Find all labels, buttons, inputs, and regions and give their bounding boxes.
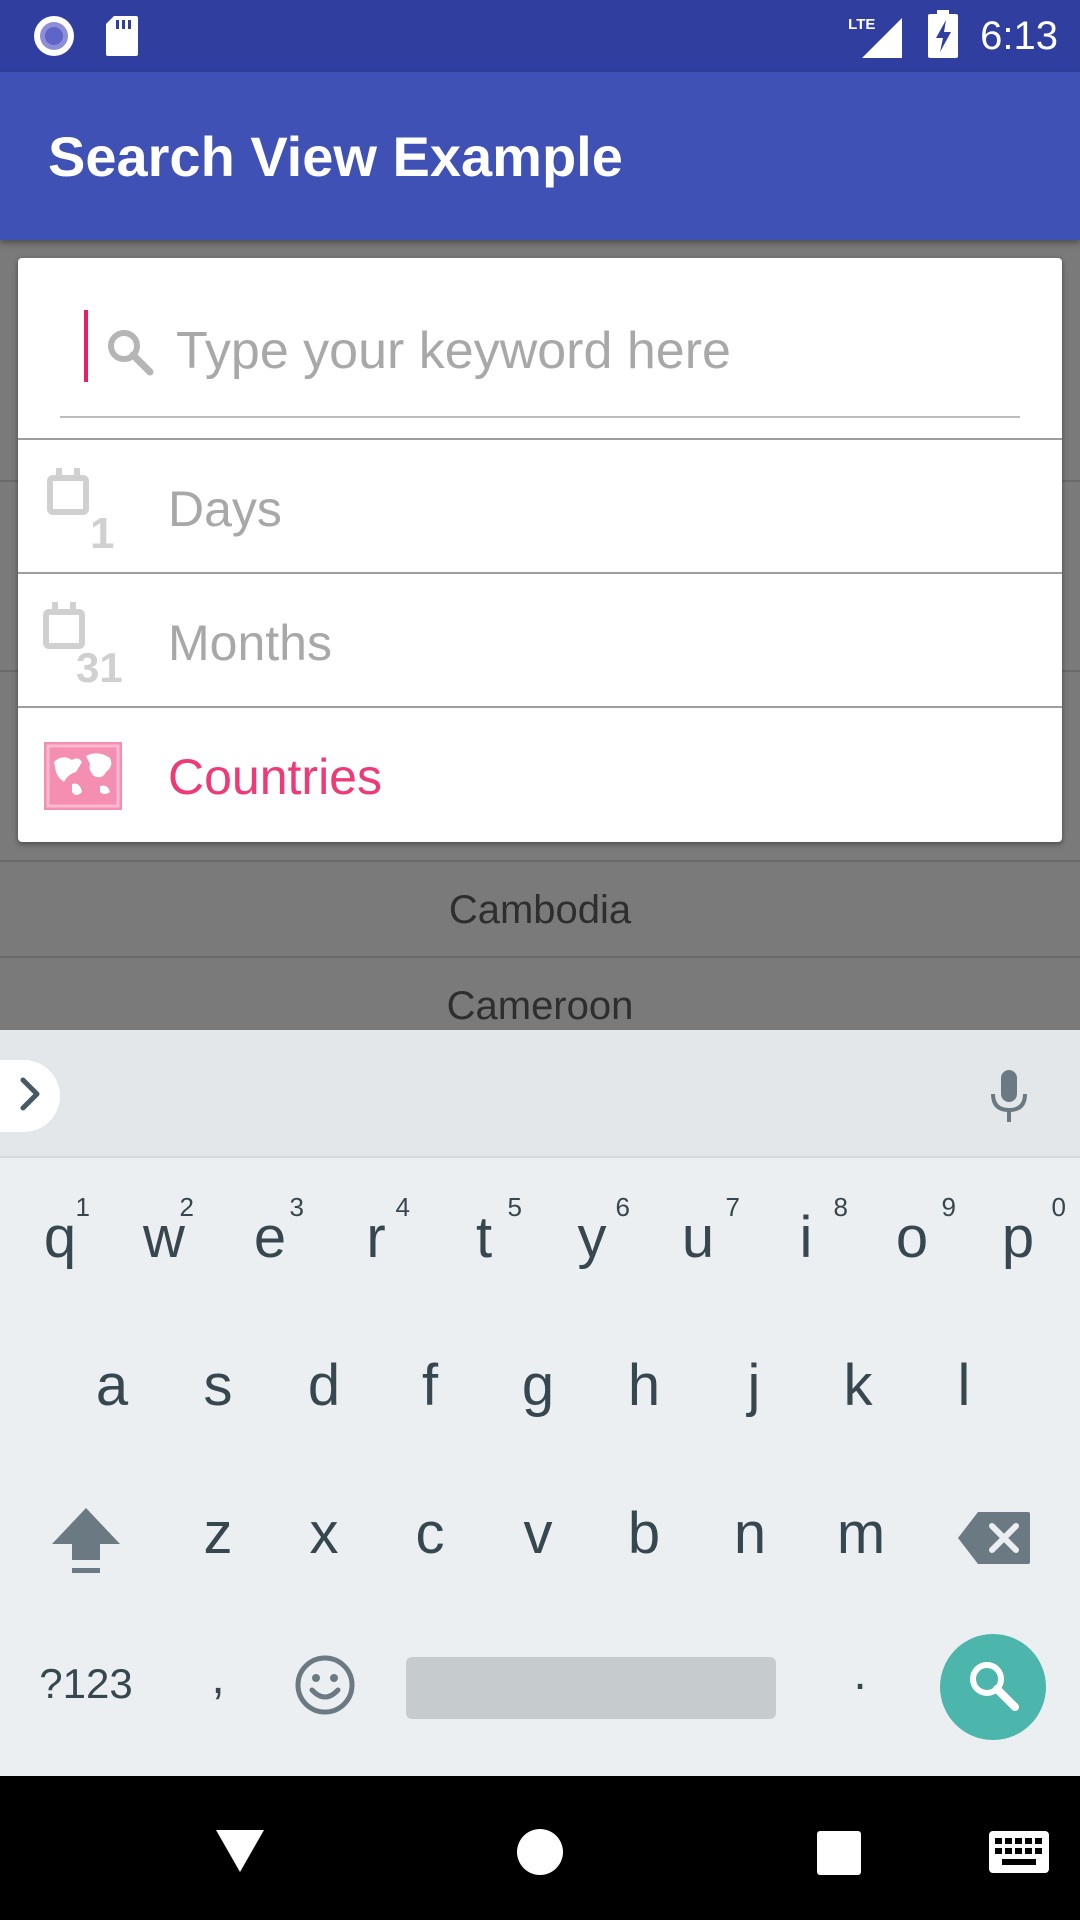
backspace-key[interactable] xyxy=(952,1510,1036,1580)
key-hint: 2 xyxy=(179,1192,194,1222)
key-hint: 9 xyxy=(941,1192,956,1222)
calendar-day-icon: 1 xyxy=(42,464,124,558)
list-item[interactable]: Cameroon xyxy=(0,984,1080,1029)
shift-key[interactable] xyxy=(44,1502,128,1592)
suggestion-label: Days xyxy=(168,481,282,537)
key-z[interactable]: z xyxy=(176,1500,260,1567)
key-label: q xyxy=(43,1205,77,1270)
battery-charging-icon xyxy=(928,10,959,63)
key-label: e xyxy=(253,1205,287,1270)
key-p[interactable]: p0 xyxy=(976,1192,1066,1271)
key-hint: 8 xyxy=(833,1192,848,1222)
key-a[interactable]: a xyxy=(70,1352,154,1419)
key-t[interactable]: t5 xyxy=(442,1192,526,1271)
key-j[interactable]: j xyxy=(712,1352,796,1419)
clock: 6:13 xyxy=(980,14,1058,58)
key-w[interactable]: w2 xyxy=(122,1192,206,1271)
key-b[interactable]: b xyxy=(602,1500,686,1567)
world-map-icon xyxy=(42,732,124,818)
key-hint: 1 xyxy=(75,1192,90,1222)
back-triangle-icon[interactable] xyxy=(214,1828,266,1879)
key-label: y xyxy=(577,1205,607,1270)
key-y[interactable]: y6 xyxy=(550,1192,634,1271)
key-n[interactable]: n xyxy=(708,1500,792,1567)
key-label: i xyxy=(799,1205,813,1270)
search-icon xyxy=(102,324,158,380)
key-f[interactable]: f xyxy=(388,1352,472,1419)
key-label: t xyxy=(475,1205,493,1270)
search-underline xyxy=(60,416,1020,418)
key-r[interactable]: r4 xyxy=(334,1192,418,1271)
suggestion-label: Months xyxy=(168,615,332,671)
spacebar-key[interactable] xyxy=(406,1657,776,1719)
key-u[interactable]: u7 xyxy=(656,1192,740,1271)
keyboard-switch-icon[interactable] xyxy=(988,1830,1050,1879)
svg-text:31: 31 xyxy=(76,644,123,684)
search-input[interactable] xyxy=(176,316,996,386)
text-cursor xyxy=(84,310,88,382)
soft-keyboard: q1 w2 e3 r4 t5 y6 u7 i8 o9 p0 a s d f g … xyxy=(0,1030,1080,1776)
suggestion-item-months[interactable]: 31 Months xyxy=(18,572,1062,706)
key-i[interactable]: i8 xyxy=(764,1192,848,1271)
key-hint: 3 xyxy=(289,1192,304,1222)
search-icon xyxy=(964,1656,1022,1719)
status-bar: LTE 6:13 xyxy=(0,0,1080,72)
svg-text:1: 1 xyxy=(90,509,114,550)
app-title: Search View Example xyxy=(48,125,623,188)
key-label: p xyxy=(1001,1205,1035,1270)
emoji-key[interactable] xyxy=(290,1654,360,1730)
signal-icon: LTE xyxy=(848,14,906,60)
suggestion-label: Countries xyxy=(168,749,382,805)
key-e[interactable]: e3 xyxy=(228,1192,312,1271)
expand-toolbar-button[interactable] xyxy=(0,1060,60,1132)
search-box[interactable] xyxy=(18,258,1062,438)
key-label: u xyxy=(681,1205,715,1270)
navigation-bar xyxy=(0,1776,1080,1920)
key-h[interactable]: h xyxy=(602,1352,686,1419)
list-divider xyxy=(0,956,1080,958)
key-q[interactable]: q1 xyxy=(18,1192,102,1271)
recents-square-icon[interactable] xyxy=(816,1830,862,1881)
key-l[interactable]: l xyxy=(922,1352,1006,1419)
sd-card-icon xyxy=(104,14,140,63)
key-label: r xyxy=(366,1205,386,1270)
app-bar: Search View Example xyxy=(0,72,1080,240)
calendar-month-icon: 31 xyxy=(42,598,124,691)
key-c[interactable]: c xyxy=(388,1500,472,1567)
list-divider xyxy=(0,860,1080,862)
key-m[interactable]: m xyxy=(816,1500,906,1567)
key-hint: 5 xyxy=(507,1192,522,1222)
key-d[interactable]: d xyxy=(282,1352,366,1419)
radio-icon xyxy=(32,14,76,63)
smiley-icon xyxy=(294,1655,356,1729)
home-circle-icon[interactable] xyxy=(516,1828,564,1881)
suggestion-item-countries[interactable]: Countries xyxy=(18,706,1062,840)
key-s[interactable]: s xyxy=(176,1352,260,1419)
microphone-icon[interactable] xyxy=(984,1068,1034,1126)
suggestion-item-days[interactable]: 1 Days xyxy=(18,438,1062,572)
key-o[interactable]: o9 xyxy=(870,1192,956,1271)
key-hint: 4 xyxy=(395,1192,410,1222)
key-hint: 7 xyxy=(725,1192,740,1222)
key-x[interactable]: x xyxy=(282,1500,366,1567)
period-key[interactable]: . xyxy=(818,1646,902,1701)
backspace-icon xyxy=(956,1512,1032,1579)
comma-key[interactable]: , xyxy=(176,1650,260,1705)
key-label: o xyxy=(895,1205,929,1270)
symbols-key[interactable]: ?123 xyxy=(26,1660,146,1708)
chevron-right-icon xyxy=(17,1076,43,1117)
key-hint: 0 xyxy=(1051,1192,1066,1222)
key-v[interactable]: v xyxy=(496,1500,580,1567)
shift-icon xyxy=(48,1508,124,1591)
key-hint: 6 xyxy=(615,1192,630,1222)
search-card: 1 Days 31 Months Countries xyxy=(18,258,1062,842)
search-action-key[interactable] xyxy=(940,1634,1046,1740)
keyboard-suggestion-strip xyxy=(0,1030,1080,1158)
list-item[interactable]: Cambodia xyxy=(0,888,1080,933)
key-g[interactable]: g xyxy=(496,1352,580,1419)
key-k[interactable]: k xyxy=(816,1352,900,1419)
